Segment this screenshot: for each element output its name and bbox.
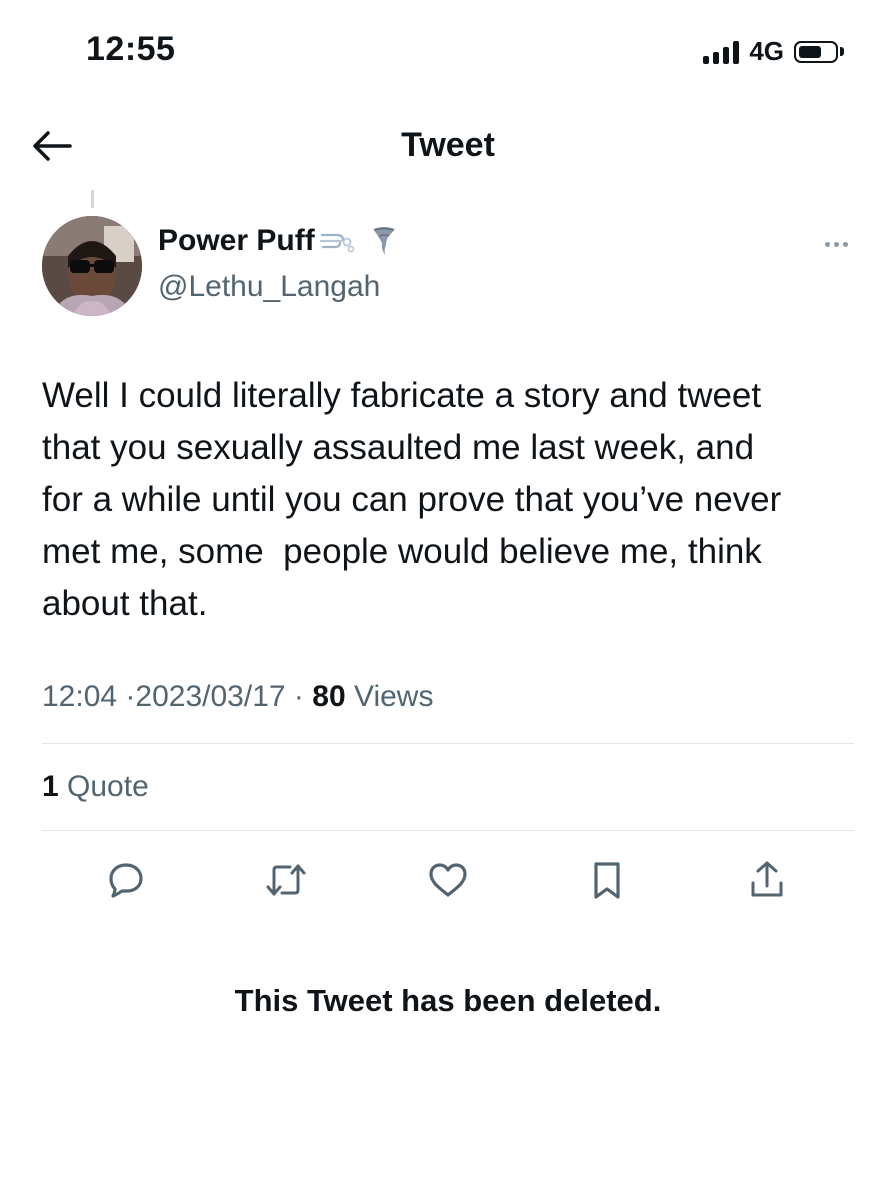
share-icon [751,861,783,897]
thread-connector-line [91,190,94,208]
author-handle[interactable]: @Lethu_Langah [158,270,380,304]
tweet-action-bar [0,855,896,905]
views-count: 80 [312,680,346,713]
network-type: 4G [749,36,784,66]
share-button[interactable] [742,855,792,905]
views-label: Views [353,680,434,713]
dash-icon [319,233,354,253]
tweet-date[interactable]: 2023/03/17 [135,680,285,713]
quote-label: Quote [67,770,149,803]
quotes-link[interactable]: 1 Quote [42,770,149,804]
tornado-icon [372,227,395,255]
like-icon [429,863,467,897]
avatar[interactable] [42,216,142,316]
tweet-detail-screen: 12:55 4G Tweet Power Puff @Lethu_Langah … [0,0,896,1198]
quote-count: 1 [42,770,59,803]
bookmark-icon [594,862,620,899]
reply-icon [109,863,143,898]
divider [42,830,854,831]
tweet-text: Well I could literally fabricate a story… [42,376,782,623]
battery-icon [794,40,844,63]
author-display-name: Power Puff [158,224,315,257]
more-options-button[interactable] [816,234,856,254]
divider [42,743,854,744]
avatar-image [42,216,142,316]
tweet-meta: 12:04 ·2023/03/17 · 80 Views [42,680,433,714]
status-indicators: 4G [703,36,844,67]
deleted-tweet-notice: This Tweet has been deleted. [234,983,662,1018]
like-button[interactable] [423,855,473,905]
reply-button[interactable] [101,855,151,905]
retweet-button[interactable] [261,855,311,905]
page-title: Tweet [401,126,495,164]
meta-separator: · [125,680,136,713]
tweet-time[interactable]: 12:04 [42,680,117,713]
meta-separator: · [293,680,304,713]
status-time: 12:55 [86,30,176,68]
retweet-icon [266,864,306,896]
signal-bars-icon [703,40,740,64]
author-name[interactable]: Power Puff [158,224,397,258]
bookmark-button[interactable] [582,855,632,905]
